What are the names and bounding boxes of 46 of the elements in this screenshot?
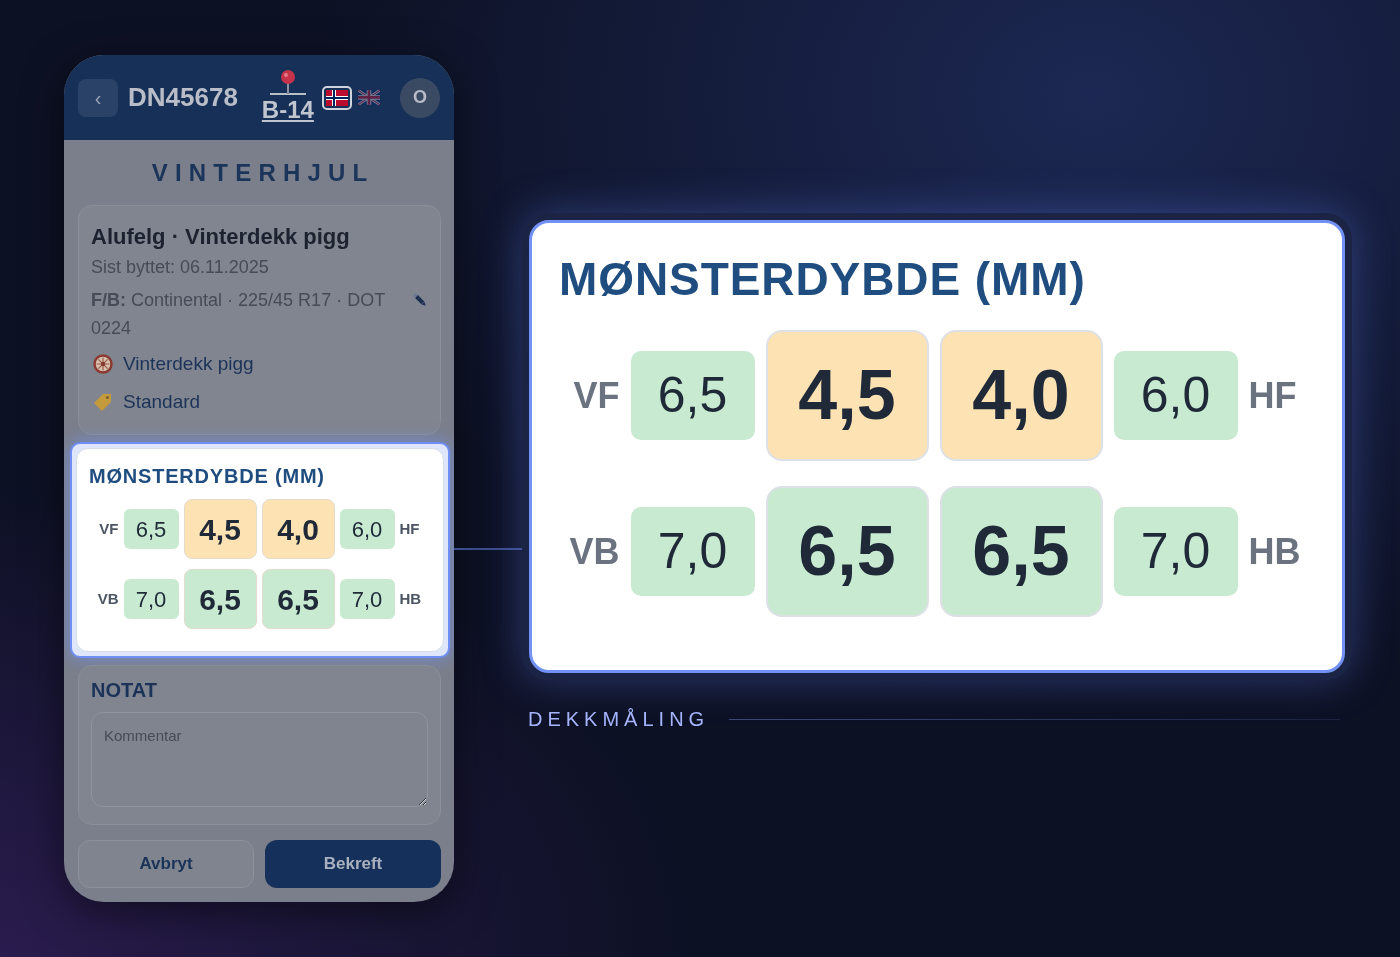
wheel-icon	[93, 354, 113, 374]
tread-depth-cell: 6,5	[630, 351, 755, 440]
back-button[interactable]: ‹	[78, 78, 118, 117]
connector-line	[454, 548, 522, 550]
tread-depth-cell[interactable]: 6,0	[339, 509, 395, 549]
tread-depth-title: MØNSTERDYBDE (MM)	[559, 252, 1087, 307]
pencil-icon[interactable]	[412, 292, 428, 308]
tag-label: Standard	[123, 389, 201, 414]
tread-depth-cell[interactable]: 4,5	[183, 499, 257, 559]
caption-text: DEKKMÅLING	[528, 707, 710, 732]
pin-icon	[269, 68, 306, 97]
tread-depth-cell: 4,5	[765, 330, 929, 461]
position-label: VF	[98, 518, 119, 539]
tread-depth-cell: 6,5	[939, 486, 1103, 617]
note-title: NOTAT	[91, 678, 158, 703]
tread-depth-cell: 4,0	[939, 330, 1103, 461]
tread-depth-cell: 6,5	[765, 486, 929, 617]
order-number: DN45678	[128, 81, 238, 114]
tag-icon	[93, 392, 113, 412]
location-link[interactable]: B-14	[261, 96, 314, 123]
position-label: VF	[572, 373, 620, 418]
last-changed-text: Sist byttet: 06.11.2025	[91, 256, 270, 279]
tread-depth-cell[interactable]: 6,5	[123, 509, 179, 549]
tire-info-text: F/B: Continental · 225/45 R17 · DOT 0224	[91, 289, 386, 340]
position-label: HF	[399, 518, 421, 539]
position-label: HF	[1248, 373, 1298, 418]
tread-depth-cell[interactable]: 6,5	[261, 569, 335, 629]
position-label: VB	[96, 588, 119, 609]
avatar[interactable]: O	[400, 77, 440, 118]
position-label: VB	[569, 529, 620, 574]
tread-depth-cell: 7,0	[630, 507, 755, 596]
confirm-button[interactable]: Bekreft	[265, 840, 441, 888]
position-label: HB	[1248, 529, 1302, 574]
position-label: HB	[399, 588, 423, 609]
flag-icon[interactable]	[321, 85, 352, 110]
tread-depth-cell[interactable]: 4,0	[261, 499, 335, 559]
tread-depth-cell[interactable]: 7,0	[339, 579, 395, 619]
tread-depth-cell: 6,0	[1113, 351, 1238, 440]
tread-depth-cell[interactable]: 6,5	[183, 569, 257, 629]
tread-depth-title: MØNSTERDYBDE (MM)	[88, 464, 326, 489]
tread-depth-cell: 7,0	[1113, 507, 1238, 596]
tread-depth-cell[interactable]: 7,0	[123, 579, 179, 619]
tag-label: Vinterdekk pigg	[123, 351, 254, 376]
wheel-title: Alufelg · Vinterdekk pigg	[91, 223, 351, 251]
comment-field[interactable]: Kommentar	[91, 712, 428, 807]
section-title: VINTERHJUL	[150, 158, 376, 188]
